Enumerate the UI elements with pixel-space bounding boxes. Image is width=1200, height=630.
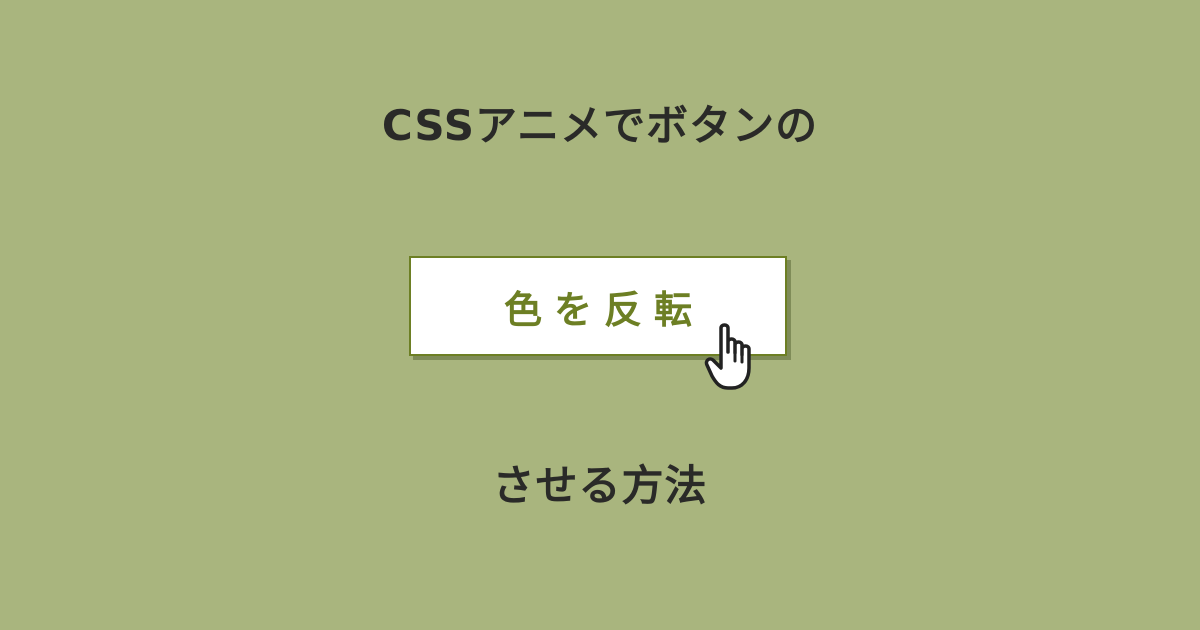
invert-color-button-label: 色を反転: [503, 287, 704, 332]
title-line-2: させる方法: [492, 461, 708, 510]
hand-pointer-icon: [704, 323, 751, 390]
title-line-1: CSSアニメでボタンの: [381, 101, 819, 150]
